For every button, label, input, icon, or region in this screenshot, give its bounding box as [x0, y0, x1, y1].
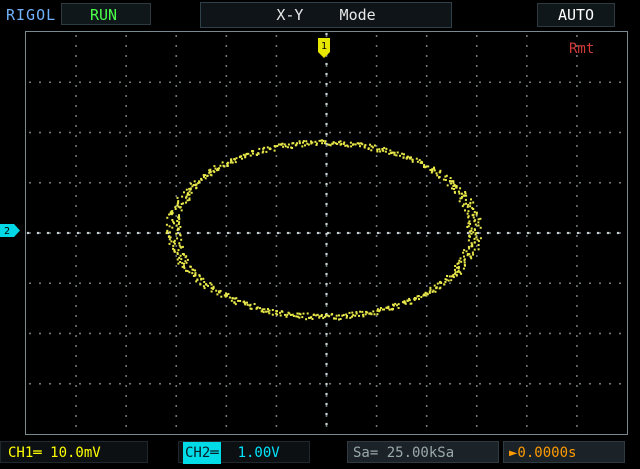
sample-rate-label: Sa= 25.00kSa	[347, 441, 499, 463]
ch1-scale-label[interactable]: CH1═ 10.0mV	[0, 441, 148, 463]
svg-text:2: 2	[4, 226, 10, 237]
ch2-tag: CH2═	[183, 442, 221, 464]
ch2-marker: 2	[0, 224, 20, 237]
ch2-value: 1.00V	[220, 445, 280, 461]
ch2-scale-label[interactable]: CH2═ 1.00V	[178, 441, 310, 464]
remote-indicator: Rmt	[569, 41, 595, 57]
channel-info-bar: CH1═ 10.0mV CH2═ 1.00V Sa= 25.00kSa ►0.0…	[0, 437, 640, 469]
screen-border	[25, 31, 628, 435]
trigger-offset-label[interactable]: ►0.0000s	[503, 441, 625, 463]
